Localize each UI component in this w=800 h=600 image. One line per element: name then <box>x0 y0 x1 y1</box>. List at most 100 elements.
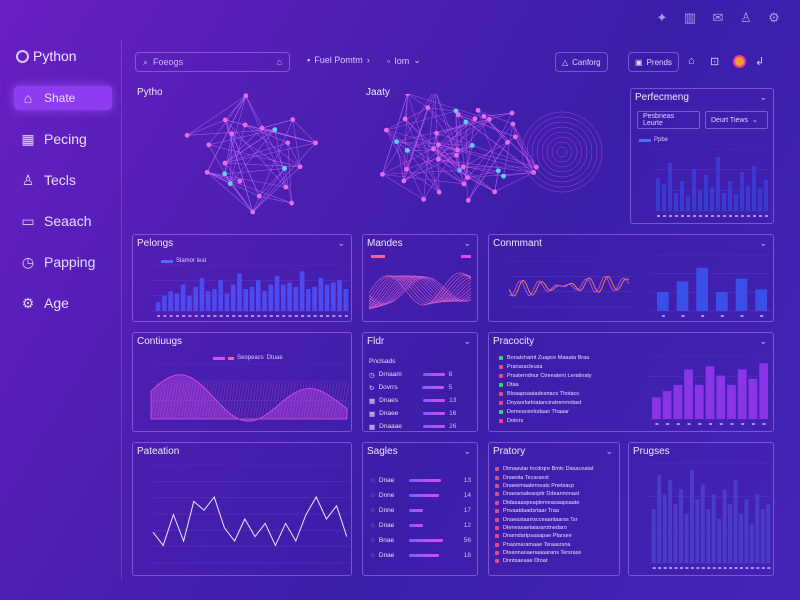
network-node <box>272 127 278 133</box>
chevron-down-icon[interactable]: ⌄ <box>463 446 471 457</box>
list-item[interactable]: ◌ Dnae 18 <box>371 548 471 563</box>
tick-mark <box>687 423 691 425</box>
list-item[interactable]: Bonatchamt Zuapce Maaata Braa <box>499 353 629 362</box>
list-item[interactable]: ▦ Dnaee 16 <box>369 407 473 420</box>
chevron-down-icon[interactable]: ⌄ <box>759 238 767 249</box>
list-item-label: Dnaeemaaterneats Pnetsacp <box>503 482 575 489</box>
list-item[interactable]: ◷ Drnaam 8 <box>369 368 473 381</box>
chevron-down-icon[interactable]: ⌄ <box>463 238 471 249</box>
bar <box>695 499 700 563</box>
tick-mark <box>723 567 727 569</box>
list-item-label: Dnamdartpsaaapae Ptarsee <box>503 533 572 540</box>
lock-icon[interactable]: ⊡ <box>710 55 719 68</box>
list-item[interactable]: Bloaapsaatadesnacs Thotacs <box>499 389 629 398</box>
sidebar-item-tecls[interactable]: ♙ Tecls <box>14 168 114 192</box>
sidebar-item-papping[interactable]: ◷ Papping <box>14 250 114 274</box>
list-item[interactable]: Dnamdartpsaaapae Ptarsee <box>495 532 619 540</box>
list-item[interactable]: Dnaearsaleaopitr Ddeannonast <box>495 490 619 498</box>
mail-icon[interactable]: ✉ <box>710 10 726 26</box>
chevron-down-icon[interactable]: ⌄ <box>463 336 471 347</box>
list-item[interactable]: Dtdasaaopeaplemeaoaapsaate <box>495 499 619 507</box>
list-item[interactable]: ▦ Dnaaae 26 <box>369 420 473 433</box>
list-item[interactable]: Dtaa <box>499 380 629 389</box>
home-icon[interactable]: ⌂ <box>688 55 695 67</box>
gear-icon[interactable]: ⚙ <box>766 10 782 26</box>
select-deurt[interactable]: Deurt Tiews ⌄ <box>705 111 768 129</box>
config-button[interactable]: △ Canforg <box>555 52 608 72</box>
tick-mark <box>701 315 705 317</box>
top-icon-bar: ✦ ▥ ✉ ♙ ⚙ <box>654 10 782 26</box>
sidebar-item-shate[interactable]: ⌂ Shate <box>14 86 112 110</box>
chevron-down-icon: ⌄ <box>751 117 758 124</box>
bar <box>318 278 324 311</box>
hatch-line <box>231 382 239 420</box>
bar <box>324 284 330 311</box>
chevron-down-icon[interactable]: ⌄ <box>759 92 767 103</box>
puzzle-icon[interactable]: ✦ <box>654 10 670 26</box>
list-item[interactable]: Doyaorlartriatanciratrenrnotast <box>499 398 629 407</box>
bar <box>728 181 732 211</box>
select-lesbneas[interactable]: Pesbneas Leurte <box>637 111 700 129</box>
sidebar-item-seaach[interactable]: ▭ Seaach <box>14 209 114 233</box>
list-item[interactable]: Dteannaoaenaaaarans Tersrase <box>495 549 619 557</box>
list-item[interactable]: Demeansnlodaao Thaaar <box>499 407 629 416</box>
tick-mark <box>225 315 229 317</box>
list-item[interactable]: ↻ Dovrrs 5 <box>369 381 473 394</box>
chevron-down-icon[interactable]: ⌄ <box>759 336 767 347</box>
tick-mark <box>294 315 298 317</box>
wave-chart-mandes <box>368 255 472 310</box>
brand[interactable]: Python <box>16 48 77 64</box>
notification-badge-icon[interactable] <box>733 55 746 68</box>
tick-mark <box>681 215 684 217</box>
tick-mark <box>200 315 204 317</box>
logout-icon[interactable]: ↲ <box>755 55 764 68</box>
network-node <box>425 105 431 111</box>
list-item[interactable]: Dnntsaeaae Dtoat <box>495 557 619 565</box>
sidebar-item-pecing[interactable]: ▦ Pecing <box>14 127 114 151</box>
list-item[interactable]: ◌ Dnne 17 <box>371 503 471 518</box>
list-item[interactable]: Dnaesta Tecaraest <box>495 473 619 481</box>
network-node <box>435 157 441 162</box>
list-item[interactable]: Dotors <box>499 416 629 425</box>
tick-mark <box>753 215 756 217</box>
circle-icon: ◌ <box>371 537 375 544</box>
list-item[interactable]: ◌ Bnae 56 <box>371 533 471 548</box>
bar <box>652 397 661 419</box>
chevron-down-icon[interactable]: ⌄ <box>337 238 345 249</box>
tick-mark <box>761 567 765 569</box>
network-edge <box>207 172 292 204</box>
chevron-down-icon[interactable]: ⌄ <box>605 446 613 457</box>
search-input[interactable]: ⌕ Foeogs ⌂ <box>135 52 290 72</box>
list-item[interactable]: Dnaeastaarrscceaantaarss Tsr <box>495 515 619 523</box>
chart-icon[interactable]: ▥ <box>682 10 698 26</box>
dropdown-fuel[interactable]: ▪ Fuel Pomtm › <box>307 55 370 65</box>
tick-mark <box>685 567 689 569</box>
network-node <box>509 110 515 116</box>
sidebar-item-label: Pecing <box>44 131 87 147</box>
list-item[interactable]: Dnaeemaaterneats Pnetsacp <box>495 482 619 490</box>
network-edge <box>225 119 316 144</box>
list-item[interactable]: Prsaterndnur Ctreeatent Leratinaty <box>499 371 629 380</box>
list-item[interactable]: Pnvaatdaadsrtaar Traa <box>495 507 619 515</box>
prends-button[interactable]: ▣ Prends <box>628 52 679 72</box>
bar <box>684 369 693 419</box>
list-item[interactable]: Dtmaavtar Incdrqre Bmtc Dasaceatat <box>495 465 619 473</box>
list-item[interactable]: Pranaracleusa <box>499 362 629 371</box>
list-item[interactable]: ◌ Dnae 13 <box>371 473 471 488</box>
list-item[interactable]: Dteneasaetaiararotnedaro <box>495 524 619 532</box>
network-edge <box>467 123 514 178</box>
tick-mark <box>666 423 670 425</box>
bar <box>686 196 690 211</box>
refresh-icon: ↻ <box>369 384 375 392</box>
list-item[interactable]: ◌ Dnae 12 <box>371 518 471 533</box>
network-graph-jaaty <box>380 94 603 203</box>
dropdown-iom[interactable]: ▫ Iom ⌄ <box>387 55 421 66</box>
clear-icon[interactable]: ⌂ <box>277 57 282 67</box>
sidebar-item-age[interactable]: ⚙ Age <box>14 291 114 315</box>
network-node <box>495 168 501 174</box>
user-icon[interactable]: ♙ <box>738 10 754 26</box>
list-item[interactable]: ▦ Dnaes 13 <box>369 394 473 407</box>
toolbar: ⌕ Foeogs ⌂ ▪ Fuel Pomtm › ▫ Iom ⌄ △ Canf… <box>135 52 775 74</box>
list-item[interactable]: Pnaomaramaae Tsraasrsna <box>495 541 619 549</box>
list-item[interactable]: ◌ Dnne 14 <box>371 488 471 503</box>
